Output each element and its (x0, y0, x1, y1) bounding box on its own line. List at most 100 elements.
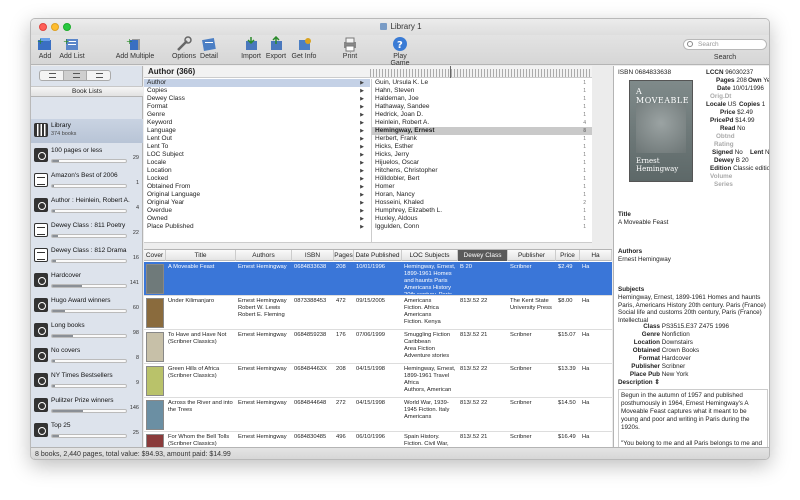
author-item[interactable]: Hahn, Steven 1 (372, 87, 592, 95)
author-item[interactable]: Hedrick, Joan D. 1 (372, 111, 592, 119)
grid-view-button[interactable] (87, 71, 110, 80)
author-item[interactable]: Hijuelos, Oscar 1 (372, 159, 592, 167)
close-window-button[interactable] (39, 23, 47, 31)
author-item[interactable]: Hicks, Jerry 1 (372, 151, 592, 159)
column-header[interactable]: Pages (334, 250, 354, 261)
category-item[interactable]: Owned ▶ (144, 215, 370, 223)
list-view-button[interactable] (40, 71, 64, 80)
detail-button[interactable]: Detail (197, 35, 221, 65)
category-item[interactable]: Obtained From ▶ (144, 183, 370, 191)
author-item[interactable]: Hosseini, Khaled 2 (372, 199, 592, 207)
options-button[interactable]: Options (171, 35, 197, 65)
alphabet-ruler[interactable] (370, 69, 590, 77)
browser-scrollbar[interactable] (144, 242, 592, 248)
sidebar-item[interactable]: Dewey Class : 812 Drama 16 (31, 244, 143, 268)
category-item[interactable]: Location ▶ (144, 167, 370, 175)
author-item[interactable]: Hitchens, Christopher 1 (372, 167, 592, 175)
sidebar-item[interactable]: Amazon's Best of 2006 1 (31, 169, 143, 193)
author-item[interactable]: Humphrey, Elizabeth L. 1 (372, 207, 592, 215)
category-item[interactable]: Lent To ▶ (144, 143, 370, 151)
table-row[interactable]: For Whom the Bell Tolls (Scribner Classi… (144, 432, 612, 447)
author-item[interactable]: Horan, Nancy 1 (372, 191, 592, 199)
table-row[interactable]: Under Kilimanjaro Ernest Hemingway Robert… (144, 296, 612, 330)
sidebar-item[interactable]: Pulitzer Prize winners 146 (31, 394, 143, 418)
sidebar-item[interactable]: Author : Heinlein, Robert A. 4 (31, 194, 143, 218)
author-item[interactable]: Guin, Ursula K. Le 1 (372, 79, 592, 87)
table-row[interactable]: Across the River and into the Trees Ernes… (144, 398, 612, 432)
category-item[interactable]: LOC Subject ▶ (144, 151, 370, 159)
table-row[interactable]: Green Hills of Africa (Scribner Classics… (144, 364, 612, 398)
print-button[interactable]: Print (339, 35, 361, 65)
export-button[interactable]: Export (263, 35, 289, 65)
add-list-label: Add List (59, 53, 85, 60)
column-header[interactable]: Price (556, 250, 580, 261)
category-item[interactable]: Original Year ▶ (144, 199, 370, 207)
description-text[interactable]: Begun in the autumn of 1957 and publishe… (618, 389, 768, 447)
author-item[interactable]: Iggulden, Conn 1 (372, 223, 592, 231)
category-label: Genre (147, 111, 166, 118)
category-item[interactable]: Locked ▶ (144, 175, 370, 183)
sidebar-item[interactable]: Dewey Class : 811 Poetry 22 (31, 219, 143, 243)
split-view-button[interactable] (63, 71, 88, 80)
category-item[interactable]: Copies ▶ (144, 87, 370, 95)
play-game-button[interactable]: ? Play Game (383, 35, 417, 67)
column-header[interactable]: LOC Subjects (402, 250, 458, 261)
detail-field: Own Yes (748, 77, 769, 84)
detail-field-key: Price (720, 109, 736, 116)
cell-isbn: 0684859238 (294, 332, 327, 338)
sidebar-item-count: 146 (129, 405, 139, 411)
get-info-button[interactable]: Get Info (289, 35, 319, 65)
category-item[interactable]: Genre ▶ (144, 111, 370, 119)
column-header[interactable]: ISBN (292, 250, 334, 261)
column-header[interactable]: Ha (580, 250, 612, 261)
column-header[interactable]: Authors (236, 250, 292, 261)
author-item[interactable]: Hathaway, Sandee 1 (372, 103, 592, 111)
table-row[interactable]: To Have and Have Not (Scribner Classics)… (144, 330, 612, 364)
cell-date: 09/15/2005 (356, 298, 386, 304)
add-button[interactable]: + Add (35, 35, 55, 65)
author-item[interactable]: Hölldobler, Bert 1 (372, 175, 592, 183)
category-browser: Author (366) Author ▶ Copies ▶ Dewey Class ▶ F… (144, 66, 592, 248)
sidebar-item[interactable]: Long books 98 (31, 319, 143, 343)
category-item[interactable]: Place Published ▶ (144, 223, 370, 231)
category-item[interactable]: Dewey Class ▶ (144, 95, 370, 103)
author-item[interactable]: Hemingway, Ernest 8 (372, 127, 592, 135)
sidebar-item[interactable]: No covers 8 (31, 344, 143, 368)
add-multiple-button[interactable]: + Add Multiple (107, 35, 163, 65)
category-item[interactable]: Keyword ▶ (144, 119, 370, 127)
author-item[interactable]: Hicks, Esther 1 (372, 143, 592, 151)
sidebar-item[interactable]: 100 pages or less 29 (31, 144, 143, 168)
category-item[interactable]: Overdue ▶ (144, 207, 370, 215)
sidebar-item[interactable]: Hardcover 141 (31, 269, 143, 293)
search-input[interactable]: Search (683, 39, 767, 50)
author-item[interactable]: Huxley, Aldous 1 (372, 215, 592, 223)
author-label: Hedrick, Joan D. (375, 111, 424, 118)
author-item[interactable]: Heinlein, Robert A. 4 (372, 119, 592, 127)
author-item[interactable]: Herbert, Frank 1 (372, 135, 592, 143)
author-item[interactable]: Homer 1 (372, 183, 592, 191)
add-list-button[interactable]: + Add List (55, 35, 89, 65)
column-header[interactable]: Cover (144, 250, 166, 261)
sidebar-item[interactable]: Hugo Award winners 60 (31, 294, 143, 318)
column-header[interactable]: Date Published (354, 250, 402, 261)
category-item[interactable]: Format ▶ (144, 103, 370, 111)
category-item[interactable]: Original Language ▶ (144, 191, 370, 199)
sidebar-item-bar-fill (52, 410, 84, 412)
description-label[interactable]: Description ⇕ (618, 379, 660, 386)
category-item[interactable]: Language ▶ (144, 127, 370, 135)
author-item[interactable]: Haldeman, Joe 1 (372, 95, 592, 103)
sidebar-item[interactable]: NY Times Bestsellers 9 (31, 369, 143, 393)
column-header[interactable]: Dewey Class (458, 250, 508, 261)
column-header[interactable]: Publisher (508, 250, 556, 261)
sidebar-item[interactable]: Top 25 25 (31, 419, 143, 443)
minimize-window-button[interactable] (51, 23, 59, 31)
column-header[interactable]: Title (166, 250, 236, 261)
category-item[interactable]: Author ▶ (144, 79, 370, 87)
table-row[interactable]: A Moveable Feast Ernest Hemingway 06848336… (144, 262, 612, 296)
cell-pages: 496 (336, 434, 346, 440)
zoom-window-button[interactable] (63, 23, 71, 31)
sidebar-item[interactable]: Library 374 books (31, 119, 143, 143)
category-item[interactable]: Lent Out ▶ (144, 135, 370, 143)
import-button[interactable]: Import (239, 35, 263, 65)
category-item[interactable]: Locale ▶ (144, 159, 370, 167)
